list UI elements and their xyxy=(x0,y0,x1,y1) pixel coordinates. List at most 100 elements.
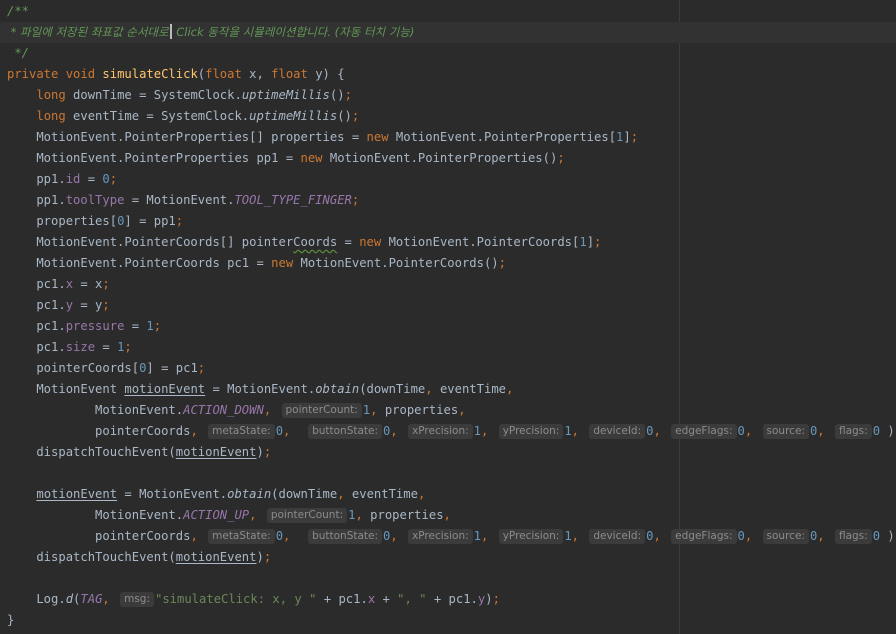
parameter-hint[interactable]: metaState: xyxy=(208,529,275,544)
code-line[interactable]: pc1.y = y; xyxy=(0,295,896,316)
code-line-text: pointerCoords, metaState: 0, buttonState:… xyxy=(7,421,896,442)
code-line[interactable]: pp1.id = 0; xyxy=(0,169,896,190)
code-line[interactable]: motionEvent = MotionEvent.obtain(downTim… xyxy=(0,484,896,505)
code-line[interactable]: pointerCoords[0] = pc1; xyxy=(0,358,896,379)
code-token: MotionEvent. xyxy=(7,508,184,522)
code-token: = MotionEvent. xyxy=(117,487,228,501)
code-line-text: MotionEvent.PointerCoords pc1 = new Moti… xyxy=(7,253,506,274)
keyword: , xyxy=(817,424,832,438)
keyword: ; xyxy=(630,130,639,144)
keyword: , xyxy=(355,508,371,522)
code-line[interactable]: properties[0] = pp1; xyxy=(0,211,896,232)
keyword: , xyxy=(817,529,832,543)
parameter-hint[interactable]: pointerCount: xyxy=(281,403,362,418)
code-line[interactable]: * 파일에 저장된 좌표값 순서대로 Click 동작을 시뮬레이션합니다. (… xyxy=(0,22,896,43)
code-line[interactable]: */ xyxy=(0,43,896,64)
parameter-hint[interactable]: source: xyxy=(762,529,809,544)
field-name: pressure xyxy=(65,319,125,333)
parameter-hint[interactable]: edgeFlags: xyxy=(671,529,737,544)
parameter-hint[interactable]: yPrecision: xyxy=(498,529,564,544)
code-line[interactable] xyxy=(0,568,896,589)
keyword: , xyxy=(571,529,587,543)
code-line[interactable] xyxy=(0,463,896,484)
keyword: ; xyxy=(351,193,360,207)
code-line[interactable]: dispatchTouchEvent(motionEvent); xyxy=(0,442,896,463)
code-line-text: MotionEvent.PointerProperties pp1 = new … xyxy=(7,148,564,169)
code-line[interactable]: pp1.toolType = MotionEvent.TOOL_TYPE_FIN… xyxy=(0,190,896,211)
code-token: pc1. xyxy=(7,319,66,333)
code-line[interactable]: MotionEvent.PointerProperties pp1 = new … xyxy=(0,148,896,169)
method-name: simulateClick xyxy=(102,67,198,81)
keyword: ; xyxy=(175,214,184,228)
parameter-hint[interactable]: deviceId: xyxy=(589,529,646,544)
code-line[interactable]: /** xyxy=(0,1,896,22)
code-line[interactable]: Log.d(TAG, msg: "simulateClick: x, y " + … xyxy=(0,589,896,610)
code-line[interactable]: pointerCoords, metaState: 0, buttonState:… xyxy=(0,526,896,547)
keyword: private xyxy=(7,67,66,81)
code-line[interactable]: dispatchTouchEvent(motionEvent); xyxy=(0,547,896,568)
code-token: } xyxy=(7,613,15,627)
code-token: MotionEvent.PointerCoords() xyxy=(300,256,499,270)
parameter-hint[interactable]: flags: xyxy=(834,424,872,439)
keyword: , xyxy=(190,529,206,543)
code-editor[interactable]: /** * 파일에 저장된 좌표값 순서대로 Click 동작을 시뮬레이션합니… xyxy=(0,0,896,634)
reassigned-variable: motionEvent xyxy=(124,382,206,396)
code-line[interactable]: pc1.size = 1; xyxy=(0,337,896,358)
code-token: MotionEvent.PointerCoords[] pointer xyxy=(7,235,294,249)
code-line[interactable]: pc1.pressure = 1; xyxy=(0,316,896,337)
number-literal: 0 xyxy=(275,424,284,438)
code-token: () xyxy=(329,88,345,102)
parameter-hint[interactable]: deviceId: xyxy=(589,424,646,439)
number-literal: 0 xyxy=(102,172,110,186)
keyword: long xyxy=(36,88,74,102)
code-line[interactable]: MotionEvent.ACTION_UP, pointerCount: 1, p… xyxy=(0,505,896,526)
code-line[interactable]: } xyxy=(0,610,896,631)
code-line[interactable]: MotionEvent.PointerCoords[] pointerCoord… xyxy=(0,232,896,253)
code-line[interactable]: pointerCoords, metaState: 0, buttonState:… xyxy=(0,421,896,442)
parameter-hint[interactable]: xPrecision: xyxy=(408,529,473,544)
code-token: pointerCoords xyxy=(7,424,191,438)
code-token: pointerCoords xyxy=(7,529,191,543)
code-line-text: MotionEvent.ACTION_DOWN, pointerCount: 1,… xyxy=(7,400,466,421)
code-line[interactable]: long eventTime = SystemClock.uptimeMilli… xyxy=(0,106,896,127)
code-token: ) xyxy=(485,592,493,606)
keyword: , xyxy=(506,382,514,396)
code-line-text: long eventTime = SystemClock.uptimeMilli… xyxy=(7,106,359,127)
code-token: MotionEvent.PointerProperties pp1 = xyxy=(7,151,301,165)
code-line[interactable]: pc1.x = x; xyxy=(0,274,896,295)
parameter-hint[interactable]: pointerCount: xyxy=(266,508,348,523)
parameter-hint[interactable]: buttonState: xyxy=(308,424,383,439)
number-literal: 1 xyxy=(473,424,482,438)
parameter-hint[interactable]: edgeFlags: xyxy=(671,424,737,439)
code-line-text: pointerCoords[0] = pc1; xyxy=(7,358,205,379)
keyword: , xyxy=(653,529,669,543)
code-line-text: MotionEvent.PointerProperties[] properti… xyxy=(7,127,638,148)
code-line[interactable]: MotionEvent.PointerProperties[] properti… xyxy=(0,127,896,148)
comment-text: Click 동작을 시뮬레이션합니다. (자동 터치 기능) xyxy=(172,25,415,39)
keyword: , xyxy=(443,508,451,522)
keyword: , xyxy=(425,382,440,396)
parameter-hint[interactable]: xPrecision: xyxy=(408,424,473,439)
parameter-hint[interactable]: metaState: xyxy=(208,424,275,439)
code-token: downTime = SystemClock. xyxy=(73,88,242,102)
parameter-hint[interactable]: source: xyxy=(762,424,809,439)
code-token: MotionEvent xyxy=(7,382,125,396)
parameter-hint[interactable]: yPrecision: xyxy=(498,424,564,439)
keyword: , xyxy=(417,487,426,501)
parameter-hint[interactable]: msg: xyxy=(120,592,154,607)
code-line[interactable]: MotionEvent motionEvent = MotionEvent.ob… xyxy=(0,379,896,400)
keyword: ; xyxy=(153,319,162,333)
code-line-text: */ xyxy=(7,43,29,64)
parameter-hint[interactable]: buttonState: xyxy=(308,529,383,544)
keyword: , xyxy=(337,487,352,501)
code-line[interactable]: MotionEvent.ACTION_DOWN, pointerCount: 1,… xyxy=(0,400,896,421)
code-line-text: pp1.toolType = MotionEvent.TOOL_TYPE_FIN… xyxy=(7,190,359,211)
code-line[interactable]: private void simulateClick(float x, floa… xyxy=(0,64,896,85)
code-line[interactable]: long downTime = SystemClock.uptimeMillis… xyxy=(0,85,896,106)
code-token: ] = pp1 xyxy=(124,214,176,228)
code-token: ) xyxy=(880,529,895,543)
keyword: ; xyxy=(594,235,602,249)
parameter-hint[interactable]: flags: xyxy=(834,529,872,544)
code-line[interactable]: MotionEvent.PointerCoords pc1 = new Moti… xyxy=(0,253,896,274)
keyword: float xyxy=(271,67,316,81)
